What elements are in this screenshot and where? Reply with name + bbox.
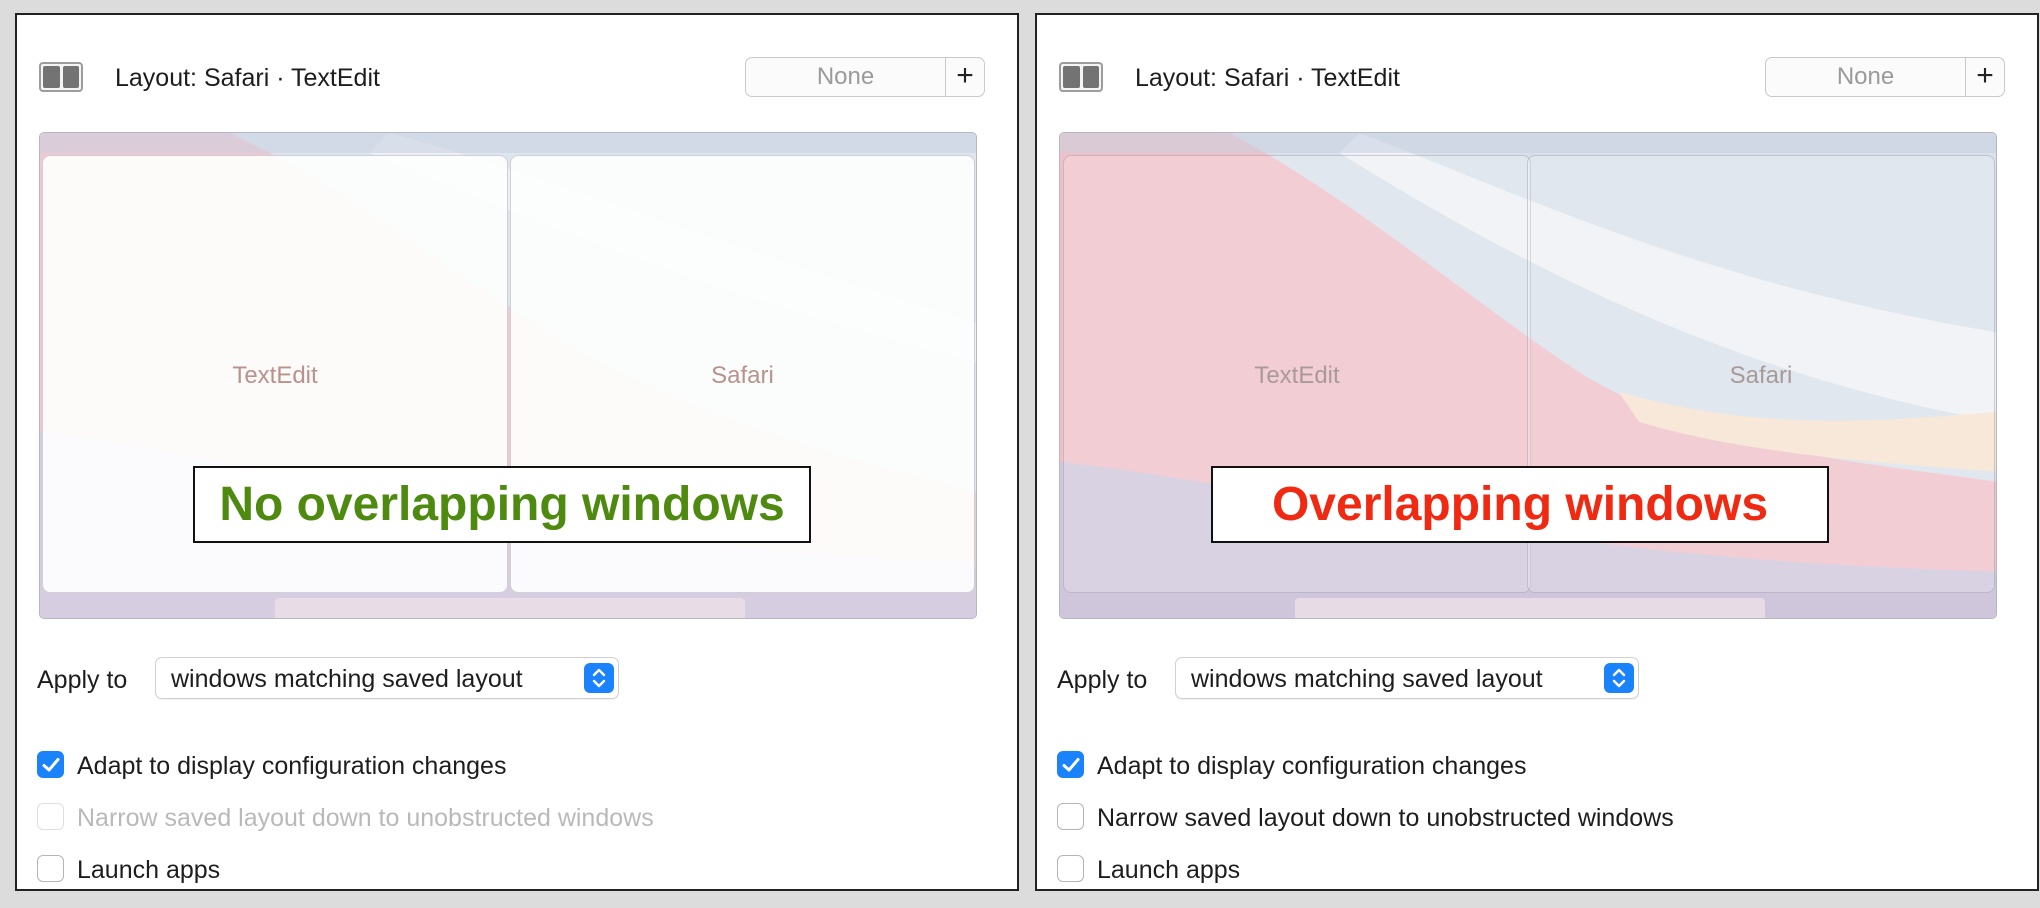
chevron-updown-icon[interactable] [1604,663,1634,693]
launch-apps-checkbox[interactable] [37,855,64,882]
adapt-label: Adapt to display configuration changes [1097,752,1527,780]
checkmark-icon [42,757,59,771]
narrow-label: Narrow saved layout down to unobstructed… [77,804,654,832]
callout-label: Overlapping windows [1211,466,1829,543]
window-label: TextEdit [232,362,318,389]
layout-panel-overlap: Layout: Safari · TextEdit None + TextEdi… [1035,13,2039,891]
menubar-strip [1060,133,1996,153]
shortcut-value[interactable]: None [1766,58,1965,96]
dock [275,598,745,618]
layout-header: Layout: Safari · TextEdit None + [1059,57,2005,101]
menubar-strip [40,133,976,153]
launch-apps-label: Launch apps [1097,856,1241,884]
apply-to-value: windows matching saved layout [171,665,523,693]
callout-label: No overlapping windows [193,466,811,543]
shortcut-field[interactable]: None + [1765,57,2005,97]
apply-to-label: Apply to [37,666,128,694]
add-shortcut-button[interactable]: + [1965,58,2004,96]
window-label: Safari [1729,362,1793,389]
shortcut-value[interactable]: None [746,58,945,96]
callout-text: Overlapping windows [1271,478,1769,531]
narrow-checkbox[interactable] [1057,803,1084,830]
layout-header: Layout: Safari · TextEdit None + [39,57,985,101]
launch-apps-checkbox[interactable] [1057,855,1084,882]
layout-title: Layout: Safari · TextEdit [115,64,380,92]
adapt-label: Adapt to display configuration changes [77,752,507,780]
checkmark-icon [1062,757,1079,771]
callout-text: No overlapping windows [219,478,785,531]
apply-to-select[interactable]: windows matching saved layout [1175,657,1639,699]
add-shortcut-button[interactable]: + [945,58,984,96]
adapt-checkbox[interactable] [37,751,64,778]
apply-to-label: Apply to [1057,666,1148,694]
apply-to-value: windows matching saved layout [1191,665,1543,693]
apply-to-select[interactable]: windows matching saved layout [155,657,619,699]
two-pane-layout-icon [1059,62,1103,92]
layout-title: Layout: Safari · TextEdit [1135,64,1400,92]
dock [1295,598,1765,618]
layout-panel-no-overlap: Layout: Safari · TextEdit None + TextEdi… [15,13,1019,891]
adapt-checkbox[interactable] [1057,751,1084,778]
layout-preview: TextEdit Safari [39,132,977,619]
window-label: Safari [711,362,774,389]
launch-apps-label: Launch apps [77,856,221,884]
chevron-updown-icon[interactable] [584,663,614,693]
shortcut-field[interactable]: None + [745,57,985,97]
two-pane-layout-icon [39,62,83,92]
narrow-label: Narrow saved layout down to unobstructed… [1097,804,1674,832]
narrow-checkbox [37,803,64,830]
window-label: TextEdit [1254,362,1340,389]
layout-preview: TextEdit Safari [1059,132,1997,619]
